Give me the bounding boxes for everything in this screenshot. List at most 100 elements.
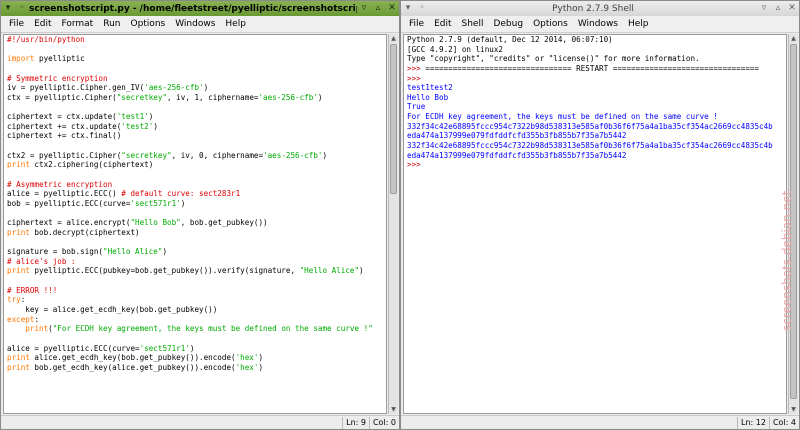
menu-format[interactable]: Format	[57, 19, 99, 29]
code-token: print	[7, 160, 30, 170]
code-token: ciphertext = alice.encrypt(	[7, 218, 131, 228]
shell-line: For ECDH key agreement, the keys must be…	[404, 112, 786, 122]
code-token: )	[153, 121, 158, 131]
code-line: print ctx2.ciphering(ciphertext)	[4, 160, 386, 170]
code-line: signature = bob.sign("Hello Alice")	[4, 247, 386, 257]
code-token: )	[189, 343, 195, 353]
menu-help[interactable]: Help	[623, 19, 654, 29]
code-token: pyelliptic.ECC(pubkey=bob.get_pubkey()).…	[29, 266, 300, 276]
menu-options[interactable]: Options	[528, 19, 573, 29]
maximize-icon[interactable]: ▵	[772, 3, 784, 15]
minimize-icon[interactable]: ▿	[758, 3, 770, 15]
code-line: ciphertext = ctx.update('test1')	[4, 112, 386, 122]
code-token: 'aes-256-cfb'	[263, 150, 323, 160]
menu-edit[interactable]: Edit	[429, 19, 456, 29]
code-line: print bob.decrypt(ciphertext)	[4, 228, 386, 238]
code-token: # Symmetric encryption	[7, 73, 108, 83]
code-editor[interactable]: #!/usr/bin/python import pyelliptic # Symm…	[3, 34, 387, 414]
shell-token: 332f34c42e68895fccc954c7322b98d538313e58…	[407, 141, 773, 151]
shell-line: eda474a137999e079fdfddfcfd355b3fb855b7f3…	[404, 151, 786, 161]
editor-titlebar[interactable]: ▾ ◦ screenshotscript.py - /home/fleetstr…	[1, 1, 399, 16]
code-token: )	[203, 83, 209, 93]
menu-edit[interactable]: Edit	[29, 19, 56, 29]
code-token: ciphertext = ctx.update(	[7, 112, 117, 122]
code-token: except	[7, 314, 35, 324]
code-token: , iv, 1, ciphername=	[167, 92, 259, 102]
code-token: "Hello Bob"	[130, 218, 181, 228]
shell-token: Hello Bob	[407, 92, 449, 102]
shell-line: Hello Bob	[404, 93, 786, 103]
code-token: 'hex'	[235, 362, 259, 372]
code-token: "secretkey"	[116, 92, 168, 102]
col-indicator: Col: 4	[768, 416, 799, 429]
shell-line: 332f34c42e68895fccc954c7322b98d538313e58…	[404, 122, 786, 132]
scroll-up-icon[interactable]: ▲	[789, 34, 798, 43]
shell-token: >>>	[407, 160, 426, 170]
editor-statusbar: Ln: 9 Col: 0	[1, 415, 399, 429]
menu-file[interactable]: File	[404, 19, 429, 29]
shell-token: ================================ RESTART…	[425, 63, 760, 73]
code-token: "Hello Alice"	[299, 266, 360, 276]
editor-menubar: File Edit Format Run Options Windows Hel…	[1, 16, 399, 33]
code-token: )	[180, 198, 186, 208]
scroll-down-icon[interactable]: ▼	[389, 405, 398, 414]
code-token: 'aes-256-cfb'	[144, 83, 204, 93]
maximize-icon[interactable]: ▵	[372, 3, 384, 15]
menu-windows[interactable]: Windows	[573, 19, 623, 29]
code-token: # default curve: sect283r1	[121, 189, 241, 199]
code-token: :	[20, 295, 26, 305]
menu-file[interactable]: File	[4, 19, 29, 29]
code-token: 'test2'	[121, 121, 154, 131]
scroll-down-icon[interactable]: ▼	[789, 405, 798, 414]
code-token: iv = pyelliptic.Cipher.gen_IV(	[7, 83, 145, 93]
menu-options[interactable]: Options	[125, 19, 170, 29]
scroll-up-icon[interactable]: ▲	[389, 34, 398, 43]
code-line: # Symmetric encryption	[4, 74, 386, 84]
shell-line: 332f34c42e68895fccc954c7322b98d538313e58…	[404, 141, 786, 151]
code-token: #!/usr/bin/python	[7, 35, 85, 44]
code-line: except:	[4, 315, 386, 325]
minimize-icon[interactable]: ▿	[358, 3, 370, 15]
menu-windows[interactable]: Windows	[170, 19, 220, 29]
code-token: print	[25, 324, 49, 334]
shell-line: Python 2.7.9 (default, Dec 12 2014, 06:0…	[404, 35, 786, 45]
close-icon[interactable]: ✕	[786, 3, 798, 15]
pin-icon[interactable]: ◦	[416, 3, 428, 15]
code-token: print	[7, 266, 30, 276]
window-menu-icon[interactable]: ▾	[402, 3, 414, 15]
shell-menubar: File Edit Shell Debug Options Windows He…	[401, 16, 799, 33]
scroll-thumb[interactable]	[390, 44, 397, 194]
code-token: "secretkey"	[121, 150, 172, 160]
shell-line: >>>	[404, 160, 786, 170]
shell-titlebar[interactable]: ▾ ◦ Python 2.7.9 Shell ▿ ▵ ✕	[401, 1, 799, 16]
menu-shell[interactable]: Shell	[457, 19, 489, 29]
code-line: # ERROR !!!	[4, 286, 386, 296]
code-line: bob = pyelliptic.ECC(curve='sect571r1')	[4, 199, 386, 209]
window-menu-icon[interactable]: ▾	[2, 3, 14, 15]
editor-title: screenshotscript.py - /home/fleetstreet/…	[29, 3, 357, 14]
code-line: try:	[4, 295, 386, 305]
code-token: alice.get_ecdh_key(bob.get_pubkey()).enc…	[29, 353, 236, 363]
code-line: print("For ECDH key agreement, the keys …	[4, 324, 386, 334]
pin-icon[interactable]: ◦	[16, 3, 28, 15]
shell-output[interactable]: Python 2.7.9 (default, Dec 12 2014, 06:0…	[403, 34, 787, 414]
shell-line: [GCC 4.9.2] on linux2	[404, 45, 786, 55]
code-line: # Asymmetric encryption	[4, 180, 386, 190]
code-line: alice = pyelliptic.ECC(curve='sect571r1'…	[4, 344, 386, 354]
code-token: ctx2 = pyelliptic.Cipher(	[7, 150, 122, 160]
code-token: bob.decrypt(ciphertext)	[29, 227, 140, 237]
editor-scrollbar[interactable]: ▲ ▼	[388, 34, 398, 414]
code-token: )	[162, 247, 168, 257]
menu-run[interactable]: Run	[98, 19, 125, 29]
code-token: , iv, 0, ciphername=	[171, 150, 264, 160]
shell-line: Type "copyright", "credits" or "license(…	[404, 54, 786, 64]
close-icon[interactable]: ✕	[386, 3, 398, 15]
code-token: alice = pyelliptic.ECC()	[7, 189, 122, 199]
code-line: key = alice.get_ecdh_key(bob.get_pubkey(…	[4, 305, 386, 315]
code-line: print pyelliptic.ECC(pubkey=bob.get_pubk…	[4, 266, 386, 276]
editor-window: ▾ ◦ screenshotscript.py - /home/fleetstr…	[0, 0, 400, 430]
menu-help[interactable]: Help	[220, 19, 251, 29]
menu-debug[interactable]: Debug	[488, 19, 528, 29]
